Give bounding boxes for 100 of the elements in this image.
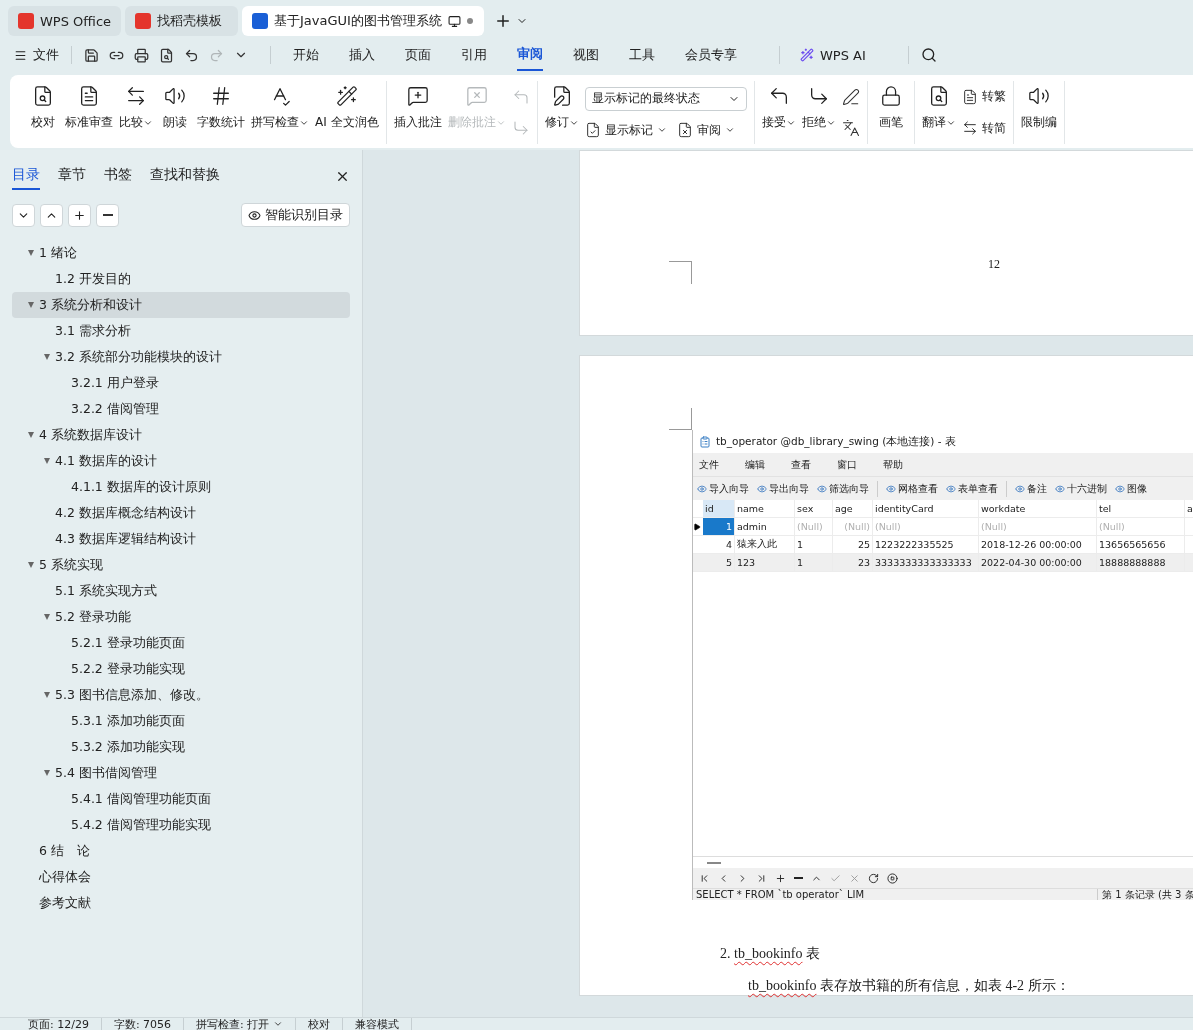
toc-item[interactable]: 6 结 论 bbox=[12, 838, 350, 864]
toc-item[interactable]: 1 绪论 bbox=[12, 240, 350, 266]
toolbar-button[interactable]: 导出向导 bbox=[757, 481, 809, 496]
toolbar-button[interactable]: 表单查看 bbox=[946, 481, 998, 496]
toc-item[interactable]: 3.2 系统部分功能模块的设计 bbox=[12, 344, 350, 370]
ribbon-button[interactable]: 接受 bbox=[759, 81, 798, 144]
toc-item[interactable]: 参考文献 bbox=[12, 890, 350, 916]
status-item[interactable]: 字数: 7056 bbox=[101, 1017, 185, 1030]
toc-item[interactable]: 5.2.1 登录功能页面 bbox=[12, 630, 350, 656]
menu-item[interactable]: 帮助 bbox=[883, 457, 903, 472]
toc-item[interactable]: 5.1 系统实现方式 bbox=[12, 578, 350, 604]
document-tab[interactable]: 基于JavaGUI的图书管理系统 bbox=[242, 6, 484, 36]
ribbon-button[interactable]: 画笔 bbox=[872, 81, 909, 144]
ribbon-button[interactable]: 拼写检查 bbox=[249, 81, 311, 144]
ribbon-button[interactable]: 翻译 bbox=[919, 81, 958, 144]
status-item[interactable]: 校对 bbox=[296, 1017, 344, 1030]
ribbon-button[interactable]: 转简 bbox=[961, 119, 1006, 137]
panel-tab[interactable]: 查找和替换 bbox=[150, 162, 220, 190]
expand-triangle-icon[interactable] bbox=[28, 302, 34, 308]
ribbon-tab[interactable]: 会员专享 bbox=[685, 40, 737, 70]
document-tab[interactable]: 找稻壳模板 bbox=[125, 6, 238, 36]
toc-item[interactable]: 5.3.2 添加功能实现 bbox=[12, 734, 350, 760]
toc-item[interactable]: 4.1 数据库的设计 bbox=[12, 448, 350, 474]
toc-item[interactable]: 心得体会 bbox=[12, 864, 350, 890]
last-record-icon[interactable] bbox=[756, 872, 767, 884]
toc-item[interactable]: 4.2 数据库概念结构设计 bbox=[12, 500, 350, 526]
toc-item[interactable]: 5.3 图书信息添加、修改。 bbox=[12, 682, 350, 708]
ribbon-button[interactable]: 插入批注 bbox=[391, 81, 444, 144]
panel-tab[interactable]: 书签 bbox=[104, 162, 132, 190]
toolbar-button[interactable]: 备注 bbox=[1015, 481, 1047, 496]
menu-item[interactable]: 文件 bbox=[699, 457, 719, 472]
add-button[interactable] bbox=[68, 203, 91, 227]
ribbon-button[interactable]: 标准审查 bbox=[63, 81, 115, 144]
toc-item[interactable]: 3.2.1 用户登录 bbox=[12, 370, 350, 396]
ribbon-button[interactable]: 拒绝 bbox=[799, 81, 838, 144]
stop-icon[interactable] bbox=[887, 872, 898, 884]
menu-item[interactable]: 编辑 bbox=[745, 457, 765, 472]
expand-triangle-icon[interactable] bbox=[44, 692, 50, 698]
panel-tab[interactable]: 章节 bbox=[58, 162, 86, 190]
toc-item[interactable]: 4.1.1 数据库的设计原则 bbox=[12, 474, 350, 500]
check-icon[interactable] bbox=[830, 872, 841, 884]
ribbon-button[interactable]: 显示标记 bbox=[584, 121, 667, 139]
expand-triangle-icon[interactable] bbox=[28, 432, 34, 438]
expand-triangle-icon[interactable] bbox=[44, 458, 50, 464]
markup-select[interactable]: 显示标记的最终状态 bbox=[584, 86, 747, 111]
expand-triangle-icon[interactable] bbox=[44, 354, 50, 360]
toc-item[interactable]: 4 系统数据库设计 bbox=[12, 422, 350, 448]
toc-item[interactable]: 4.3 数据库逻辑结构设计 bbox=[12, 526, 350, 552]
remove-button[interactable] bbox=[96, 203, 119, 227]
status-item[interactable]: 兼容模式 bbox=[343, 1017, 413, 1030]
toc-item[interactable]: 5.4.1 借阅管理功能页面 bbox=[12, 786, 350, 812]
expand-triangle-icon[interactable] bbox=[28, 250, 34, 256]
status-item[interactable]: 页面: 12/29 bbox=[16, 1017, 102, 1030]
panel-tab[interactable]: 目录 bbox=[12, 162, 40, 190]
ai-button[interactable]: WPS AI bbox=[800, 47, 866, 63]
file-menu[interactable]: 文件 bbox=[14, 46, 59, 64]
document-tab[interactable]: WPS Office bbox=[8, 6, 121, 36]
toc-item[interactable]: 3 系统分析和设计 bbox=[12, 292, 350, 318]
expand-triangle-icon[interactable] bbox=[44, 614, 50, 620]
toc-item[interactable]: 5.4 图书借阅管理 bbox=[12, 760, 350, 786]
ribbon-button[interactable]: 修订 bbox=[542, 81, 581, 144]
toc-item[interactable]: 1.2 开发目的 bbox=[12, 266, 350, 292]
ribbon-button[interactable]: 转繁 bbox=[961, 88, 1006, 106]
menu-item[interactable]: 窗口 bbox=[837, 457, 857, 472]
ribbon-button[interactable]: AI 全文润色 bbox=[313, 81, 381, 144]
toc-item[interactable]: 5 系统实现 bbox=[12, 552, 350, 578]
save-icon[interactable] bbox=[84, 47, 99, 63]
toc-item[interactable]: 5.3.1 添加功能页面 bbox=[12, 708, 350, 734]
ribbon-button[interactable]: 朗读 bbox=[157, 81, 193, 144]
ribbon-tab[interactable]: 引用 bbox=[461, 40, 487, 70]
toc-item[interactable]: 3.2.2 借阅管理 bbox=[12, 396, 350, 422]
first-record-icon[interactable] bbox=[699, 872, 710, 884]
plus-icon[interactable] bbox=[775, 872, 786, 884]
ribbon-tab[interactable]: 页面 bbox=[405, 40, 431, 70]
toc-item[interactable]: 5.2 登录功能 bbox=[12, 604, 350, 630]
ribbon-button[interactable]: 审阅 bbox=[676, 121, 735, 139]
print-preview-icon[interactable] bbox=[159, 47, 174, 63]
ribbon-tab[interactable]: 插入 bbox=[349, 40, 375, 70]
toolbar-button[interactable]: 导入向导 bbox=[697, 481, 749, 496]
toolbar-button[interactable]: 网格查看 bbox=[886, 481, 938, 496]
toc-item[interactable]: 5.4.2 借阅管理功能实现 bbox=[12, 812, 350, 838]
ribbon-tab[interactable]: 审阅 bbox=[517, 39, 543, 71]
status-item[interactable]: 拼写检查: 打开 bbox=[184, 1017, 297, 1030]
ribbon-button[interactable]: 限制编 bbox=[1018, 81, 1059, 144]
new-tab-icon[interactable] bbox=[494, 12, 512, 30]
ribbon-tab[interactable]: 工具 bbox=[629, 40, 655, 70]
ribbon-tab[interactable]: 开始 bbox=[293, 40, 319, 70]
print-icon[interactable] bbox=[134, 47, 149, 63]
ribbon-button[interactable]: 字数统计 bbox=[195, 81, 247, 144]
search-icon[interactable] bbox=[920, 47, 937, 63]
expand-triangle-icon[interactable] bbox=[44, 770, 50, 776]
toolbar-button[interactable]: 十六进制 bbox=[1055, 481, 1107, 496]
expand-button[interactable] bbox=[40, 203, 63, 227]
ribbon-button[interactable]: 校对 bbox=[25, 81, 61, 144]
expand-triangle-icon[interactable] bbox=[28, 562, 34, 568]
smart-toc-button[interactable]: 智能识别目录 bbox=[241, 203, 350, 227]
collapse-button[interactable] bbox=[12, 203, 35, 227]
toc-item[interactable]: 3.1 需求分析 bbox=[12, 318, 350, 344]
toolbar-button[interactable]: 筛选向导 bbox=[817, 481, 869, 496]
ribbon-tab[interactable]: 视图 bbox=[573, 40, 599, 70]
